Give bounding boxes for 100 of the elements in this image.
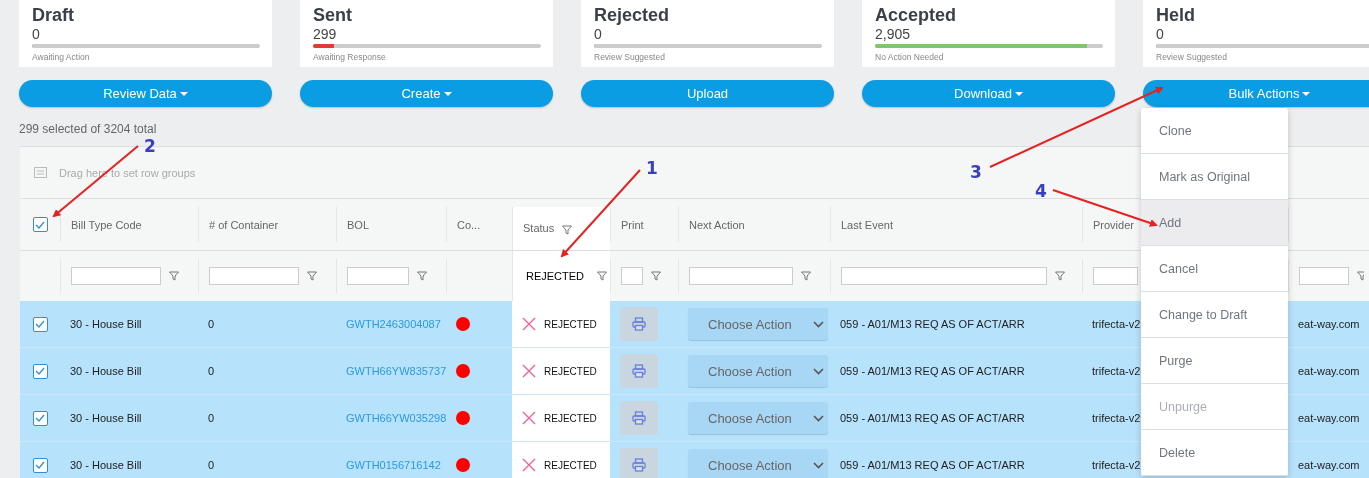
filter-icon[interactable]	[562, 224, 573, 235]
chevron-down-icon	[813, 414, 824, 422]
menu-item[interactable]: Clone	[1141, 108, 1288, 154]
table-cell: trifecta-v2	[1092, 412, 1141, 424]
print-button[interactable]	[620, 354, 658, 388]
filter-icon[interactable]	[1357, 271, 1364, 281]
table-cell: 30 - House Bill	[70, 459, 142, 471]
menu-item[interactable]: Cancel	[1141, 246, 1288, 292]
card-caption: Awaiting Response	[313, 52, 387, 62]
action-select[interactable]: Choose Action	[688, 402, 828, 434]
chevron-down-icon	[813, 320, 824, 328]
card-title: Held	[1156, 4, 1196, 26]
table-cell: 30 - House Bill	[70, 412, 142, 424]
printer-icon	[632, 317, 646, 331]
action-select[interactable]: Choose Action	[688, 355, 828, 387]
print-button[interactable]	[620, 307, 658, 341]
table-cell: eat-way.com	[1298, 459, 1360, 471]
filter-input[interactable]	[209, 267, 299, 285]
table-cell: 059 - A01/M13 REQ AS OF ACT/ARR	[840, 412, 1025, 424]
filter-input[interactable]	[71, 267, 161, 285]
cross-icon	[522, 458, 536, 472]
caret-icon	[1014, 91, 1023, 96]
row-checkbox[interactable]	[32, 410, 48, 426]
filter-icon[interactable]	[417, 271, 427, 281]
caret-icon	[443, 91, 452, 96]
row-checkbox[interactable]	[32, 316, 48, 332]
filter-icon[interactable]	[169, 271, 179, 281]
filter-input[interactable]	[347, 267, 409, 285]
status-text: REJECTED	[544, 459, 597, 471]
card-title: Accepted	[875, 4, 958, 26]
column-header[interactable]: Status	[523, 222, 573, 235]
action-button[interactable]: Upload	[581, 80, 834, 107]
status-text: REJECTED	[544, 365, 597, 377]
annotation-number: 4	[1035, 181, 1047, 201]
row-checkbox[interactable]	[32, 363, 48, 379]
table-cell: eat-way.com	[1298, 318, 1360, 330]
card-title: Sent	[313, 4, 353, 26]
cross-icon	[522, 364, 536, 378]
table-cell: eat-way.com	[1298, 365, 1360, 377]
status-text: REJECTED	[544, 318, 597, 330]
filter-input[interactable]	[621, 267, 643, 285]
printer-icon	[632, 364, 646, 378]
printer-icon	[632, 411, 646, 425]
action-button[interactable]: Bulk Actions	[1143, 80, 1369, 107]
menu-item[interactable]: Purge	[1141, 338, 1288, 384]
menu-item[interactable]: Delete	[1141, 430, 1288, 476]
card-count: 0	[32, 26, 41, 42]
menu-item[interactable]: Add	[1141, 200, 1288, 246]
action-button[interactable]: Review Data	[19, 80, 272, 107]
print-button[interactable]	[620, 401, 658, 435]
table-cell: 0	[208, 412, 215, 424]
column-header[interactable]: Bill Type Code	[71, 218, 142, 231]
cross-icon	[522, 411, 536, 425]
row-group-icon	[34, 167, 47, 178]
print-button[interactable]	[620, 448, 658, 478]
table-cell: trifecta-v2	[1092, 365, 1141, 377]
table-cell: 30 - House Bill	[70, 318, 142, 330]
action-select[interactable]: Choose Action	[688, 308, 828, 340]
table-cell: 059 - A01/M13 REQ AS OF ACT/ARR	[840, 365, 1025, 377]
filter-input[interactable]	[1299, 267, 1349, 285]
table-cell: 059 - A01/M13 REQ AS OF ACT/ARR	[840, 459, 1025, 471]
menu-item[interactable]: Change to Draft	[1141, 292, 1288, 338]
annotation-number: 1	[646, 158, 658, 178]
table-cell: 30 - House Bill	[70, 365, 142, 377]
table-cell: trifecta-v2	[1092, 318, 1141, 330]
filter-icon[interactable]	[1055, 271, 1065, 281]
row-checkbox[interactable]	[32, 457, 48, 473]
column-header[interactable]: Print	[621, 218, 644, 231]
card-caption: Review Suggested	[594, 52, 666, 62]
table-cell: eat-way.com	[1298, 412, 1360, 424]
card-count: 0	[1156, 26, 1165, 42]
filter-input[interactable]	[689, 267, 793, 285]
filter-icon[interactable]	[651, 271, 661, 281]
annotation-number: 2	[144, 136, 156, 156]
select-all-checkbox[interactable]	[32, 217, 48, 232]
card-count: 2,905	[875, 26, 912, 42]
action-select[interactable]: Choose Action	[688, 449, 828, 478]
table-cell: 0	[208, 365, 215, 377]
column-header[interactable]: Provider	[1093, 218, 1134, 231]
caret-icon	[1302, 91, 1311, 96]
filter-input[interactable]	[841, 267, 1047, 285]
column-header[interactable]: Co...	[457, 218, 481, 231]
filter-icon[interactable]	[307, 271, 317, 281]
table-cell: trifecta-v2	[1092, 459, 1141, 471]
table-cell: 0	[208, 459, 215, 471]
column-header[interactable]: # of Container	[209, 218, 279, 231]
status-text: REJECTED	[544, 412, 597, 424]
action-button[interactable]: Create	[300, 80, 553, 107]
column-header[interactable]: Next Action	[689, 218, 745, 231]
chevron-down-icon	[813, 367, 824, 375]
annotation-number: 3	[970, 162, 982, 182]
column-header[interactable]: Last Event	[841, 218, 893, 231]
chevron-down-icon	[813, 461, 824, 469]
card-caption: No Action Needed	[875, 52, 945, 62]
filter-icon[interactable]	[597, 271, 607, 281]
action-button[interactable]: Download	[862, 80, 1115, 107]
column-header[interactable]: BOL	[347, 218, 369, 231]
filter-icon[interactable]	[801, 271, 811, 281]
filter-input[interactable]	[1093, 267, 1138, 285]
card-title: Draft	[32, 4, 75, 26]
